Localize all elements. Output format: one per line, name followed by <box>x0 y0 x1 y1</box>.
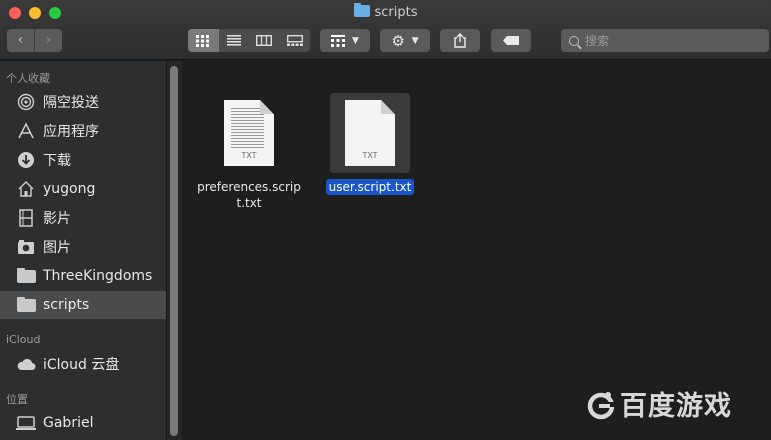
arrange-icon <box>331 34 346 47</box>
sidebar-item-threekingdoms[interactable]: ThreeKingdoms <box>0 262 166 290</box>
sidebar-item-label: 下载 <box>43 153 71 169</box>
gallery-view-button[interactable] <box>280 29 311 52</box>
share-button[interactable] <box>440 29 480 52</box>
watermark: 百度游戏 <box>586 384 732 423</box>
sidebar-item-movies[interactable]: 影片 <box>0 204 166 232</box>
airdrop-icon <box>16 93 36 111</box>
share-icon <box>454 33 466 48</box>
gear-icon: ⚙ <box>391 31 405 50</box>
tag-button[interactable] <box>491 29 531 52</box>
sidebar-item-downloads[interactable]: 下载 <box>0 146 166 174</box>
applications-icon <box>16 122 36 140</box>
folder-icon <box>353 3 370 17</box>
sidebar-item-home[interactable]: yugong <box>0 175 166 203</box>
tag-icon <box>503 36 519 45</box>
text-document-icon: TXT <box>345 100 395 166</box>
sidebar-item-label: ThreeKingdoms <box>43 268 153 284</box>
file-thumbnail: TXT <box>330 93 410 173</box>
icon-view-icon <box>196 34 210 47</box>
file-item[interactable]: TXT preferences.scrip t.txt <box>189 93 309 211</box>
file-name: user.script.txt <box>310 179 430 195</box>
list-view-icon <box>226 35 241 46</box>
sidebar: 个人收藏 隔空投送 应用程序 下载 yugong 影片 图片 ThreeKing… <box>0 61 166 440</box>
sidebar-item-label: iCloud 云盘 <box>43 357 120 373</box>
chevron-down-icon: ▼ <box>352 35 359 46</box>
sidebar-item-label: 影片 <box>43 211 71 227</box>
sidebar-item-label: 隔空投送 <box>43 95 99 111</box>
icon-view-button[interactable] <box>188 29 219 52</box>
sidebar-item-label: 图片 <box>43 240 71 256</box>
sidebar-item-pictures[interactable]: 图片 <box>0 233 166 261</box>
computer-icon <box>16 414 36 432</box>
sidebar-item-airdrop[interactable]: 隔空投送 <box>0 88 166 116</box>
folder-icon <box>16 296 36 314</box>
action-menu-button[interactable]: ⚙ ▼ <box>380 29 430 52</box>
window-title: scripts <box>0 3 771 20</box>
back-button[interactable]: ‹ <box>7 29 34 52</box>
watermark-logo-icon <box>587 392 616 420</box>
search-field[interactable]: 搜索 <box>561 29 769 52</box>
list-view-button[interactable] <box>219 29 250 52</box>
downloads-icon <box>16 151 36 169</box>
sidebar-item-gabriel[interactable]: Gabriel <box>0 409 166 437</box>
sidebar-item-label: Gabriel <box>43 415 94 431</box>
movies-icon <box>16 209 36 227</box>
file-name: preferences.scrip t.txt <box>197 180 301 210</box>
view-mode-segmented-control <box>188 29 310 52</box>
chevron-down-icon: ▼ <box>411 35 419 46</box>
group-by-button[interactable]: ▼ <box>320 29 370 52</box>
sidebar-item-applications[interactable]: 应用程序 <box>0 117 166 145</box>
file-thumbnail: TXT <box>209 93 289 173</box>
pictures-icon <box>16 238 36 256</box>
sidebar-item-label: scripts <box>43 297 90 313</box>
home-icon <box>16 180 36 198</box>
folder-icon <box>16 267 36 285</box>
forward-button[interactable]: › <box>34 29 62 52</box>
sidebar-item-label: 应用程序 <box>43 124 99 140</box>
sidebar-scrollbar-thumb[interactable] <box>170 66 178 436</box>
back-forward-buttons: ‹ › <box>7 29 62 52</box>
favorites-section-header: 个人收藏 <box>6 72 50 85</box>
gallery-view-icon <box>286 35 303 46</box>
column-view-icon <box>256 35 273 46</box>
icloud-section-header: iCloud <box>6 333 41 346</box>
file-item-selected[interactable]: TXT user.script.txt <box>310 93 430 195</box>
search-placeholder: 搜索 <box>585 34 610 48</box>
sidebar-item-label: yugong <box>43 181 96 197</box>
text-document-icon: TXT <box>224 100 274 166</box>
title-bar: scripts ‹ › ▼ ⚙ ▼ 搜索 <box>0 0 771 60</box>
search-icon <box>569 35 579 46</box>
column-view-button[interactable] <box>249 29 280 52</box>
sidebar-item-icloud-drive[interactable]: iCloud 云盘 <box>0 350 166 378</box>
locations-section-header: 位置 <box>6 393 28 406</box>
sidebar-item-scripts[interactable]: scripts <box>0 291 166 319</box>
cloud-icon <box>16 355 36 373</box>
